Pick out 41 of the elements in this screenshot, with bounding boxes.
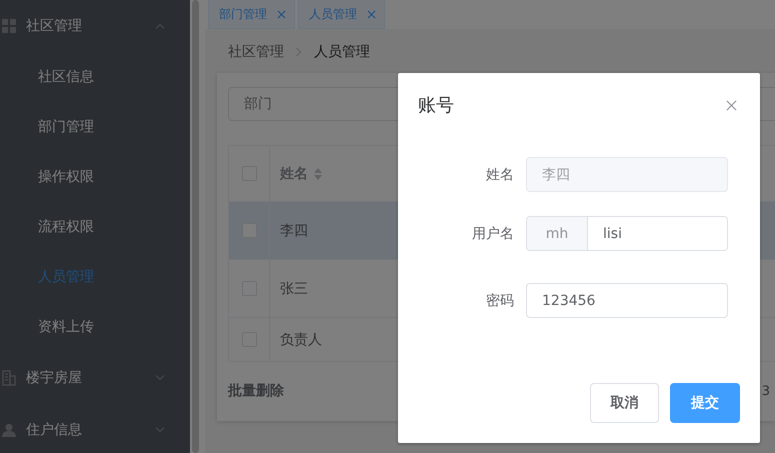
input-field[interactable]: 123456: [526, 283, 728, 318]
submit-button[interactable]: 提交: [670, 383, 740, 423]
menu-item[interactable]: 部门管理: [0, 102, 190, 152]
close-icon[interactable]: [367, 10, 376, 18]
table-cell: 李四: [280, 222, 308, 240]
chevron-down-icon: [155, 375, 165, 381]
scrollbar[interactable]: [192, 0, 199, 453]
dialog-title: 账号: [418, 94, 454, 117]
sort-icon[interactable]: [314, 168, 322, 180]
batch-delete-button[interactable]: 批量删除: [228, 382, 284, 400]
chevron-right-icon: [296, 47, 302, 57]
chevron-up-icon: [155, 23, 165, 29]
chevron-down-icon: [155, 427, 165, 433]
field-label: 密码: [485, 292, 515, 310]
pager-text: 3: [762, 384, 770, 398]
menu-group[interactable]: 楼宇房屋: [0, 352, 190, 404]
breadcrumb-item[interactable]: 社区管理: [228, 43, 284, 61]
menu-item[interactable]: 流程权限: [0, 202, 190, 252]
grid-icon: [2, 19, 16, 33]
menu-group[interactable]: 社区管理: [0, 0, 190, 52]
table-row[interactable]: 负责人: [229, 318, 775, 361]
menu-group[interactable]: 住户信息: [0, 404, 190, 453]
person-icon: [2, 422, 16, 438]
close-icon[interactable]: [726, 100, 737, 110]
building-icon: [2, 370, 16, 386]
menu-item[interactable]: 资料上传: [0, 302, 190, 352]
table-cell: 负责人: [280, 330, 322, 348]
tab[interactable]: 人员管理: [298, 0, 385, 29]
tab-label: 部门管理: [219, 6, 267, 22]
menu-item[interactable]: 操作权限: [0, 152, 190, 202]
input-field[interactable]: mh lisi: [526, 216, 728, 251]
input-prefix: mh: [527, 217, 588, 250]
menu-item[interactable]: 社区信息: [0, 52, 190, 102]
field-label: 姓名: [485, 166, 515, 184]
field-label: 用户名: [471, 224, 515, 242]
close-icon[interactable]: [277, 10, 286, 18]
table-cell: 张三: [280, 280, 308, 298]
cancel-button[interactable]: 取消: [590, 383, 659, 423]
tab-label: 人员管理: [309, 6, 357, 22]
tab[interactable]: 部门管理: [208, 0, 295, 29]
breadcrumb-item: 人员管理: [314, 43, 370, 61]
